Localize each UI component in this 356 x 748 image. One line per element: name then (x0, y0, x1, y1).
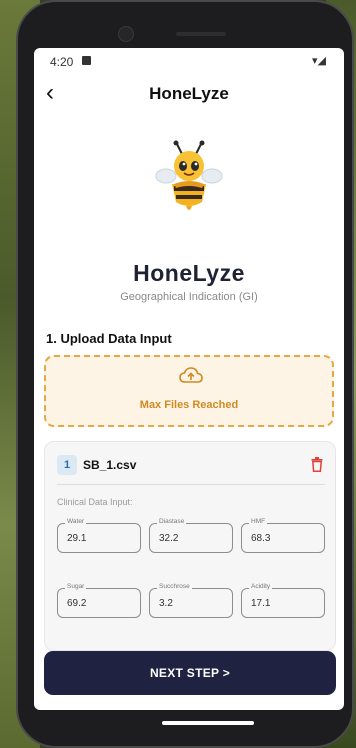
file-card: 1 SB_1.csv Clinical Data Input: Water 29… (44, 441, 336, 651)
app-bar: ‹ HoneLyze (34, 74, 344, 114)
phone-top-bezel (18, 2, 352, 50)
home-indicator[interactable] (162, 721, 254, 725)
file-index-badge: 1 (57, 455, 77, 475)
status-bar: 4:20 ▾◢ (34, 48, 344, 74)
field-label: Water (65, 518, 87, 525)
brand-name: HoneLyze (133, 260, 245, 286)
status-time: 4:20 (50, 55, 74, 69)
delete-icon[interactable] (311, 457, 323, 472)
app-screen: 4:20 ▾◢ ‹ HoneLyze HoneLyze Geographical… (34, 48, 344, 710)
hmf-field[interactable]: HMF 68.3 (241, 518, 325, 553)
field-label: Sugar (65, 583, 87, 590)
section-title: 1. Upload Data Input (46, 331, 172, 346)
next-step-button[interactable]: NEXT STEP > (44, 651, 336, 695)
field-label: Succhrose (157, 583, 192, 590)
succhrose-field[interactable]: Succhrose 3.2 (149, 583, 233, 618)
front-camera (118, 26, 134, 42)
water-field[interactable]: Water 29.1 (57, 518, 141, 553)
field-value: 69.2 (67, 598, 87, 609)
acidity-field[interactable]: Acidity 17.1 (241, 583, 325, 618)
sugar-field[interactable]: Sugar 69.2 (57, 583, 141, 618)
page-title: HoneLyze (149, 84, 229, 103)
field-value: 32.2 (159, 533, 179, 544)
diastase-field[interactable]: Diastase 32.2 (149, 518, 233, 553)
signal-icon: ▾◢ (312, 55, 326, 67)
notification-icon (82, 56, 91, 65)
field-value: 68.3 (251, 533, 271, 544)
field-label: Diastase (157, 518, 187, 525)
field-value: 3.2 (159, 598, 173, 609)
field-value: 29.1 (67, 533, 87, 544)
clinical-data-label: Clinical Data Input: (57, 497, 133, 507)
file-name: SB_1.csv (83, 458, 137, 472)
cloud-upload-icon (179, 367, 203, 383)
field-label: Acidity (249, 583, 273, 590)
upload-status-text: Max Files Reached (139, 399, 239, 411)
bee-logo-icon (155, 140, 223, 210)
card-divider (57, 484, 325, 485)
upload-dropzone[interactable]: Max Files Reached (44, 355, 334, 427)
brand-subtitle: Geographical Indication (GI) (120, 291, 258, 303)
field-label: HMF (249, 518, 268, 525)
field-value: 17.1 (251, 598, 271, 609)
earpiece-speaker (176, 32, 226, 36)
